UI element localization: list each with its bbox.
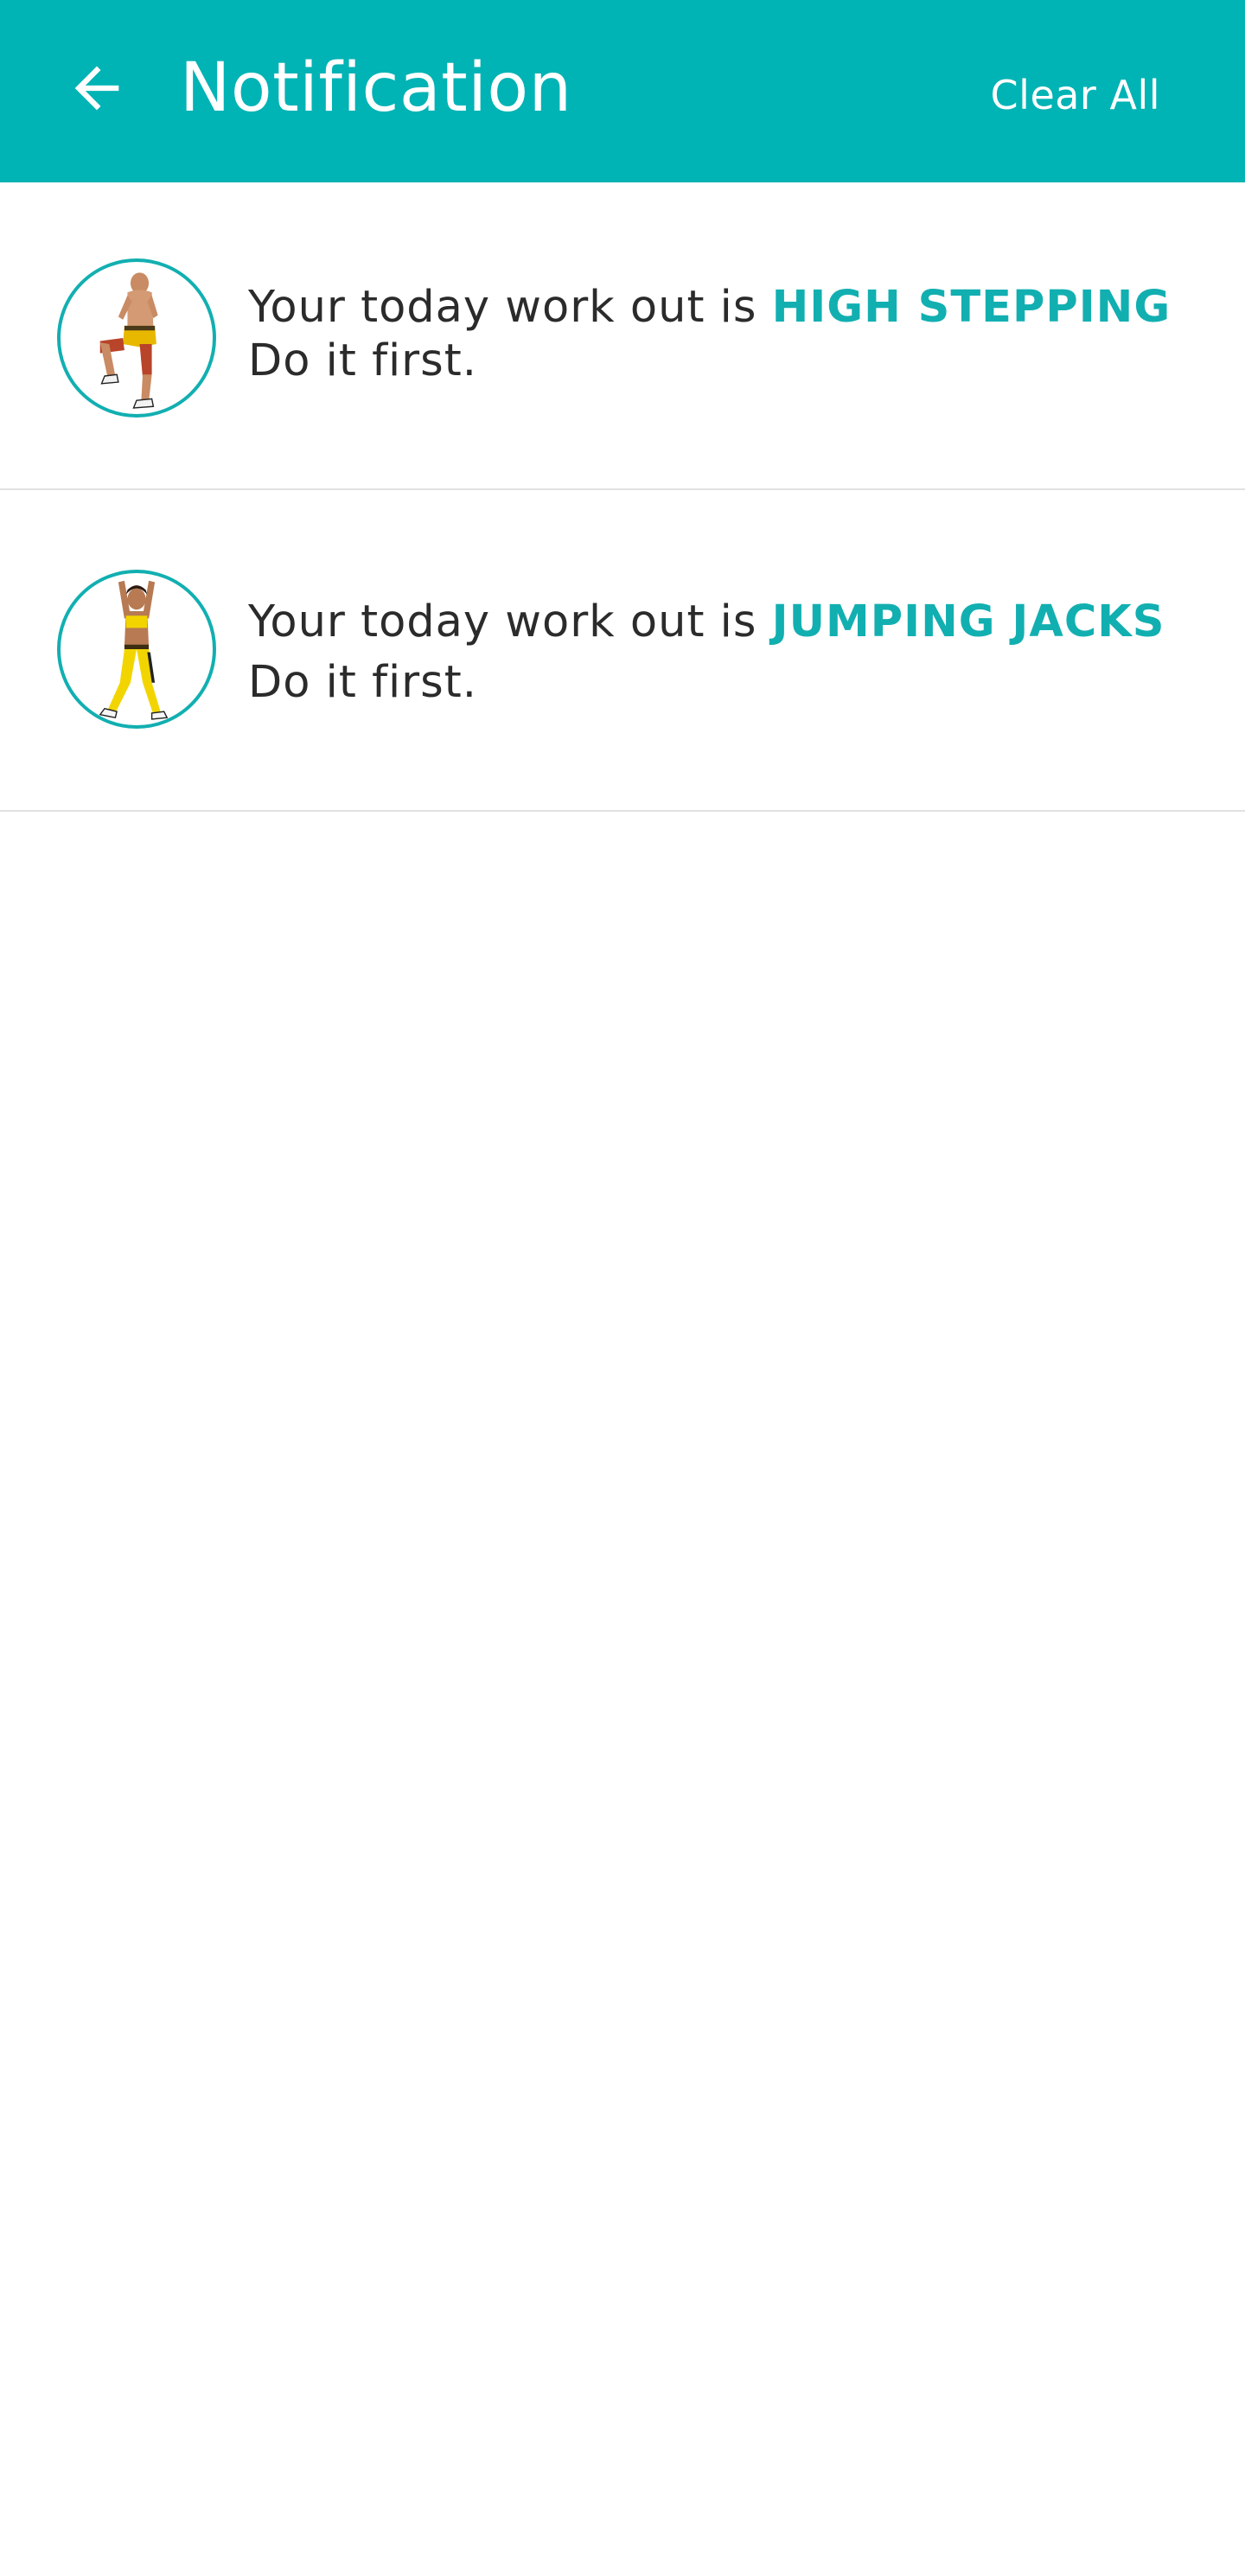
- workout-name: JUMPING JACKS: [771, 596, 1165, 647]
- avatar: [57, 258, 216, 418]
- notification-prefix: Your today work out is: [248, 596, 757, 647]
- jumping-jacks-figure-icon: [99, 580, 169, 720]
- back-button[interactable]: [52, 43, 142, 133]
- notification-item[interactable]: Your today work out is HIGH STEPPING Do …: [0, 182, 1245, 490]
- notification-prefix: Your today work out is: [248, 282, 757, 333]
- arrow-left-icon: [74, 66, 119, 111]
- notification-text: Your today work out is JUMPING JACKS Do …: [248, 592, 1208, 713]
- notification-item[interactable]: Your today work out is JUMPING JACKS Do …: [0, 490, 1245, 812]
- high-stepping-figure-icon: [99, 272, 158, 409]
- notification-line-1: Your today work out is JUMPING JACKS: [248, 592, 1208, 653]
- notification-line-1: Your today work out is HIGH STEPPING: [248, 281, 1208, 335]
- app-bar: Notification Clear All: [0, 0, 1245, 182]
- page-title: Notification: [180, 49, 572, 127]
- notification-text: Your today work out is HIGH STEPPING Do …: [248, 281, 1208, 388]
- notification-suffix: Do it first.: [248, 657, 477, 708]
- workout-name: HIGH STEPPING: [771, 282, 1172, 333]
- notification-suffix: Do it first.: [248, 335, 477, 386]
- notification-list: Your today work out is HIGH STEPPING Do …: [0, 182, 1245, 812]
- clear-all-button[interactable]: Clear All: [991, 61, 1160, 130]
- avatar: [57, 570, 216, 729]
